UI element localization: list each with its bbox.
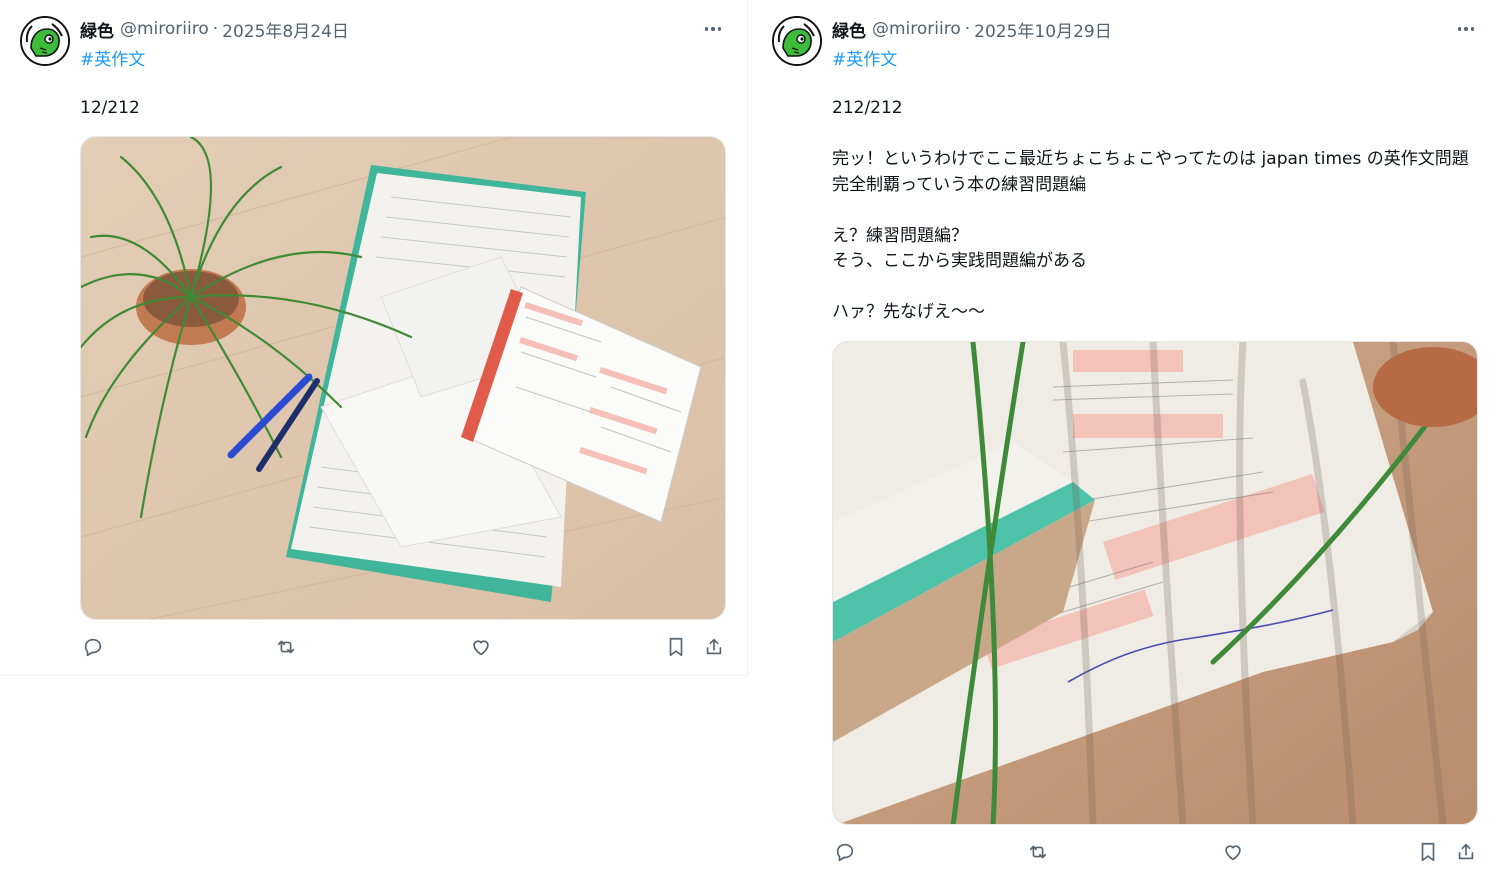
hashtag-link[interactable]: #英作文 [80, 45, 145, 70]
avatar[interactable] [772, 16, 822, 66]
reply-icon[interactable] [80, 634, 106, 660]
author-handle[interactable]: @miroriiro [120, 19, 209, 39]
tweet-photo[interactable] [80, 136, 726, 620]
heart-icon[interactable] [1220, 839, 1246, 865]
tweet-actions [832, 839, 1480, 867]
bookmark-icon[interactable] [1415, 839, 1441, 865]
author-name[interactable]: 緑色 [832, 17, 866, 42]
tweet-actions [80, 634, 728, 662]
tweet-date[interactable]: 2025年8月24日 [222, 17, 349, 42]
tweet-photo[interactable] [832, 341, 1478, 825]
tweet-text: 212/212 完ッ！というわけでここ最近ちょこちょこやってたのは japan … [832, 98, 1469, 322]
tweet-header: 緑色 @miroriiro · 2025年10月29日 [832, 17, 1112, 42]
author-name[interactable]: 緑色 [80, 17, 114, 42]
tweet-card: 緑色 @miroriiro · 2025年10月29日 #英作文 212/212… [752, 0, 1500, 881]
tweet-date[interactable]: 2025年10月29日 [974, 17, 1112, 42]
more-icon[interactable] [701, 19, 725, 39]
bookmark-icon[interactable] [663, 634, 689, 660]
separator: · [964, 19, 971, 39]
author-handle[interactable]: @miroriiro [872, 19, 961, 39]
more-icon[interactable] [1454, 19, 1478, 39]
avatar[interactable] [20, 16, 70, 66]
tweet-card: 緑色 @miroriiro · 2025年8月24日 #英作文 12/212 [0, 0, 748, 676]
hashtag-link[interactable]: #英作文 [832, 45, 897, 70]
tweet-header: 緑色 @miroriiro · 2025年8月24日 [80, 17, 349, 42]
tweet-text: 12/212 [80, 98, 140, 118]
share-icon[interactable] [701, 634, 727, 660]
retweet-icon[interactable] [273, 634, 299, 660]
retweet-icon[interactable] [1025, 839, 1051, 865]
reply-icon[interactable] [832, 839, 858, 865]
share-icon[interactable] [1453, 839, 1479, 865]
heart-icon[interactable] [468, 634, 494, 660]
separator: · [212, 19, 219, 39]
